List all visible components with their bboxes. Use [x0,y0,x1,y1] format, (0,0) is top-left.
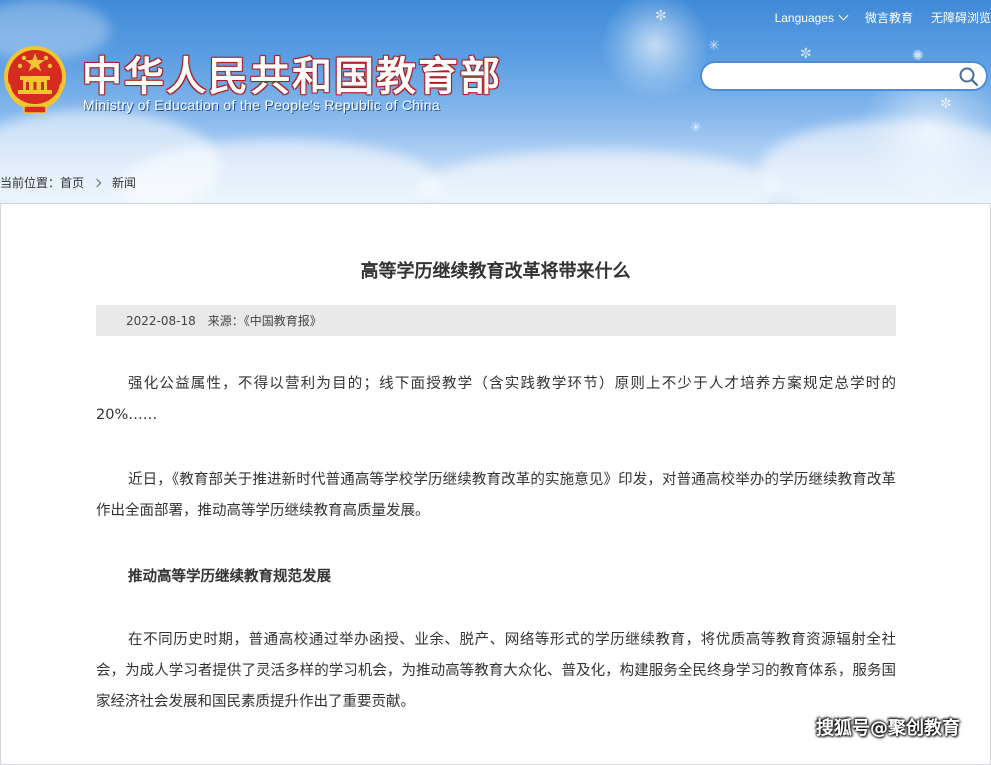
breadcrumb-news-link[interactable]: 新闻 [112,174,136,191]
article-subheading: 推动高等学历继续教育规范发展 [128,569,331,585]
languages-label: Languages [774,10,834,25]
breadcrumb: 当前位置： 首页 新闻 [0,174,136,191]
weiyan-link[interactable]: 微言教育 [865,9,913,26]
article-paragraph: 在不同历史时期，普通高校通过举办函授、业余、脱产、网络等形式的学历继续教育，将优… [96,632,896,710]
search-input[interactable] [714,67,958,87]
article-meta-bar: 2022-08-18 来源：《中国教育报》 [96,305,896,336]
article-title: 高等学历继续教育改革将带来什么 [360,261,631,282]
national-emblem-icon [4,46,66,114]
seed-decoration: ✼ [800,46,812,62]
chevron-down-icon [838,10,849,21]
site-subtitle: Ministry of Education of the People's Re… [83,97,440,113]
seed-decoration: ✳ [690,120,702,136]
article-paragraph: 近日，《教育部关于推进新时代普通高等学校学历继续教育改革的实施意见》印发，对普通… [96,472,896,519]
article-date: 2022-08-18 [126,313,196,328]
search-box [700,61,988,91]
site-header: ✼ ✳ ✼ ✺ ✼ ✳ 中华人民共和国教育部 Ministry of Educa… [0,0,991,203]
seed-decoration: ✼ [940,96,952,112]
article-paragraph: 强化公益属性，不得以营利为目的；线下面授教学（含实践教学环节）原则上不少于人才培… [96,376,896,423]
accessible-browsing-link[interactable]: 无障碍浏览 [931,9,991,26]
seed-decoration: ✳ [708,38,720,54]
site-title: 中华人民共和国教育部 [82,54,502,100]
seed-decoration: ✼ [655,8,667,24]
article-source: 来源：《中国教育报》 [207,314,322,328]
top-links: Languages 微言教育 无障碍浏览 [775,9,991,26]
watermark: 搜狐号@聚创教育 [816,718,960,739]
breadcrumb-home-link[interactable]: 首页 [60,174,84,191]
search-icon[interactable] [958,66,980,88]
chevron-right-icon [92,178,102,187]
cloud-decoration [420,150,780,203]
languages-dropdown[interactable]: Languages [774,10,849,25]
breadcrumb-label: 当前位置： [0,176,61,190]
